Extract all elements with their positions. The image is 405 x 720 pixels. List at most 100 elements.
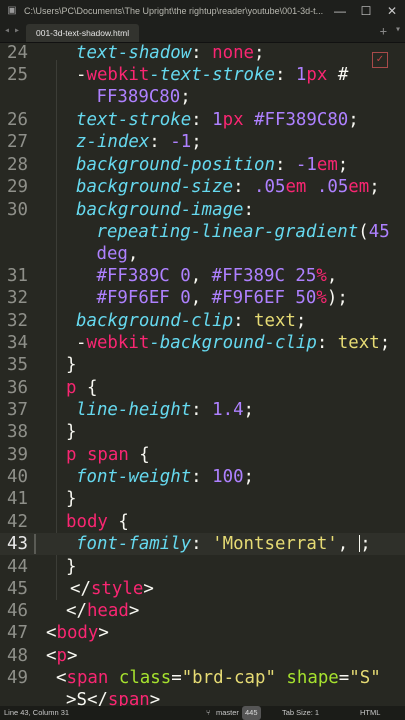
code-text: <p> <box>46 645 77 667</box>
line-number: 38 <box>7 422 28 442</box>
app-icon: ▣ <box>7 5 17 16</box>
code-line[interactable]: repeating-linear-gradient(45 <box>0 221 405 243</box>
code-line[interactable]: 39 p span { <box>0 444 405 466</box>
tab-size[interactable]: Tab Size: 1 <box>282 706 319 720</box>
code-token: .05 <box>316 177 349 197</box>
minimize-button[interactable]: — <box>327 4 353 18</box>
code-line[interactable]: 26 text-stroke: 1px #FF389C80; <box>0 109 405 131</box>
code-line[interactable]: FF389C80; <box>0 86 405 108</box>
code-token: p <box>66 378 77 398</box>
code-text: line-height: 1.4; <box>76 399 254 421</box>
code-token: ; <box>348 110 359 130</box>
code-line[interactable]: 27 z-index: -1; <box>0 131 405 153</box>
code-line[interactable]: 43 font-family: 'Montserrat', ; <box>0 533 405 555</box>
code-token: ; <box>369 177 380 197</box>
code-token: = <box>338 668 350 688</box>
code-line[interactable]: 41} <box>0 488 405 510</box>
title-bar: ▣ C:\Users\PC\Documents\The Upright\the … <box>0 0 405 22</box>
line-number: 37 <box>7 400 28 420</box>
close-button[interactable]: ✕ <box>379 4 405 18</box>
code-token: #FF389C 25 <box>211 266 317 286</box>
code-text: <body> <box>46 622 109 644</box>
line-number: 40 <box>7 467 28 487</box>
code-token: ; <box>180 87 191 107</box>
code-token: text <box>254 311 296 331</box>
code-line[interactable]: >S</span> <box>0 689 405 706</box>
code-token: em <box>348 177 370 197</box>
code-line[interactable]: deg, <box>0 243 405 265</box>
code-token: #FF389C80 <box>254 110 349 130</box>
code-token: ( <box>358 222 369 242</box>
line-number: 48 <box>7 646 28 666</box>
code-text: FF389C80; <box>86 86 191 108</box>
maximize-button[interactable]: ☐ <box>353 4 379 18</box>
code-text: text-shadow: none; <box>76 42 265 64</box>
code-token: #FF389C 0 <box>86 266 191 286</box>
code-text: } <box>66 354 76 376</box>
minimap-checkbox-icon[interactable]: ✓ <box>372 52 388 68</box>
git-branch[interactable]: master <box>216 706 239 720</box>
code-token: background-clip <box>76 311 234 331</box>
code-line[interactable]: 44} <box>0 556 405 578</box>
tab-menu-icon[interactable]: ▾ <box>395 24 401 35</box>
code-token: : <box>191 43 213 63</box>
code-text: text-stroke: 1px #FF389C80; <box>76 109 359 131</box>
code-token: none <box>212 43 255 63</box>
code-token: -1 <box>295 155 317 175</box>
code-editor[interactable]: 24 text-shadow: none; 25 -webkit-text-strok… <box>0 42 405 706</box>
code-text: </style> <box>70 578 154 600</box>
code-line[interactable]: 47 <body> <box>0 622 405 644</box>
code-text: } <box>66 488 76 510</box>
code-line[interactable]: 36 p { <box>0 377 405 399</box>
code-token: px <box>306 65 328 85</box>
code-line[interactable]: 38} <box>0 421 405 443</box>
code-line[interactable]: 35} <box>0 354 405 376</box>
syntax-mode[interactable]: HTML <box>360 706 380 720</box>
code-token: background-position <box>76 155 275 175</box>
tab-prev-icon[interactable]: ◂ <box>4 25 10 36</box>
code-token: body <box>66 512 108 532</box>
code-line[interactable]: 32 background-clip: text; <box>0 310 405 332</box>
code-line[interactable]: 25 -webkit-text-stroke: 1px # <box>0 64 405 86</box>
code-line[interactable]: 45 </style> <box>0 578 405 600</box>
code-line[interactable]: 28 background-position: -1em; <box>0 154 405 176</box>
code-line[interactable]: 42 body { <box>0 511 405 533</box>
code-token: background-size <box>76 177 234 197</box>
code-line[interactable]: 24 text-shadow: none; <box>0 42 405 64</box>
code-token: } <box>66 355 77 375</box>
code-token: p <box>56 646 67 666</box>
code-line[interactable]: 40 font-weight: 100; <box>0 466 405 488</box>
code-token: z-index <box>76 132 150 152</box>
line-number: 45 <box>7 579 28 599</box>
code-token: 1.4 <box>212 400 244 420</box>
code-token: ; <box>379 333 391 353</box>
code-text: font-weight: 100; <box>76 466 254 488</box>
line-number: 42 <box>7 512 28 532</box>
code-token: ; <box>191 132 202 152</box>
code-line[interactable]: 34 -webkit-background-clip: text; <box>0 332 405 354</box>
code-text: background-clip: text; <box>76 310 306 332</box>
tab-file[interactable]: 001-3d-text-shadow.html <box>26 24 140 42</box>
code-line[interactable]: 37 line-height: 1.4; <box>0 399 405 421</box>
code-token: : <box>191 467 213 487</box>
code-line[interactable]: 30 background-image: <box>0 199 405 221</box>
code-token: : <box>191 110 213 130</box>
code-token: < <box>46 623 57 643</box>
code-line[interactable]: 46 </head> <box>0 600 405 622</box>
code-token: 'Montserrat' <box>212 534 338 554</box>
code-token: { <box>76 378 98 398</box>
code-line[interactable]: 49 <span class="brd-cap" shape="S" <box>0 667 405 689</box>
code-line[interactable]: 32 #F9F6EF 0, #F9F6EF 50%); <box>0 287 405 309</box>
code-token: 100 <box>212 467 244 487</box>
line-number: 28 <box>7 155 28 175</box>
code-token: 45 <box>368 222 390 242</box>
code-text: p span { <box>66 444 150 466</box>
new-tab-button[interactable]: + <box>380 24 387 38</box>
code-token: text-stroke <box>76 110 192 130</box>
line-number: 35 <box>7 355 28 375</box>
code-line[interactable]: 29 background-size: .05em .05em; <box>0 176 405 198</box>
code-line[interactable]: 48 <p> <box>0 645 405 667</box>
code-line[interactable]: 31 #FF389C 0, #FF389C 25%, <box>0 265 405 287</box>
tab-next-icon[interactable]: ▸ <box>14 25 20 36</box>
